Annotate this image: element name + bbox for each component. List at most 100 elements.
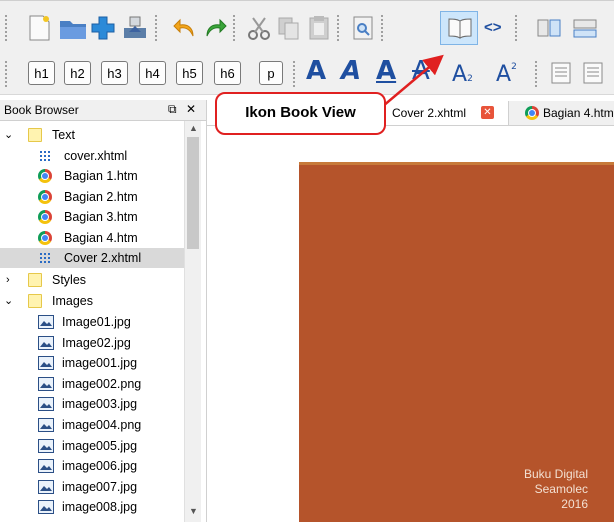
tree-item-label: Text [52,128,75,142]
tree-item[interactable]: image005.jpg [0,436,184,456]
tab-bagian-4[interactable]: Bagian 4.htm [508,101,614,125]
cover-line-2: Seamolec [534,482,588,496]
chevron-down-icon[interactable]: ⌄ [4,125,13,145]
chrome-icon [38,210,52,224]
heading-5-button[interactable]: h5 [176,61,203,85]
code-view-icon[interactable]: <> [484,19,502,36]
toolbar-separator [336,14,340,42]
scroll-down-icon[interactable]: ▼ [189,506,198,516]
superscript-icon[interactable]: A2 [496,62,517,87]
tree-item[interactable]: image003.jpg [0,394,184,414]
chevron-right-icon[interactable]: › [6,270,10,290]
tree-item[interactable]: image002.png [0,374,184,394]
tree-item[interactable]: Bagian 3.htm [0,207,184,227]
redo-icon[interactable] [200,13,230,43]
tree-item[interactable]: image004.png [0,415,184,435]
toolbar-separator [232,14,236,42]
tree-item-label: Image02.jpg [62,335,131,350]
heading-6-button[interactable]: h6 [214,61,241,85]
image-file-icon [38,376,54,391]
cover-line-3: 2016 [561,497,588,511]
cut-icon[interactable] [244,13,274,43]
image-file-icon [38,438,54,453]
tree-item[interactable]: image006.jpg [0,456,184,476]
tree-folder-styles[interactable]: › Styles [0,270,184,290]
add-file-icon[interactable] [88,13,118,43]
tree-item-label: Bagian 3.htm [64,210,138,224]
folder-icon [28,128,42,142]
scroll-up-icon[interactable]: ▲ [189,123,198,133]
close-panel-icon[interactable]: ✕ [186,102,196,116]
heading-1-button[interactable]: h1 [28,61,55,85]
heading-2-button[interactable]: h2 [64,61,91,85]
toolbar-separator [154,14,158,42]
tree-item-selected[interactable]: Cover 2.xhtml [0,248,184,268]
scrollbar-thumb[interactable] [187,137,199,249]
panel-title: Book Browser [4,103,79,117]
heading-3-button[interactable]: h3 [101,61,128,85]
image-file-icon [38,335,54,350]
chrome-icon [38,169,52,183]
image-file-icon [38,500,54,515]
toolbar-grip [4,14,8,42]
tree-item-label: image005.jpg [62,438,138,453]
tree-item-label: image008.jpg [62,500,138,515]
chevron-down-icon[interactable]: ⌄ [4,291,13,311]
tree-item-label: Bagian 2.htm [64,190,138,204]
main-toolbar: <> [0,0,614,56]
chrome-icon [525,106,539,120]
tree-item-label: image006.jpg [62,459,138,474]
tree-item-label: Bagian 4.htm [64,231,138,245]
tree-item-label: image004.png [62,418,142,432]
align-center-icon[interactable] [578,58,608,88]
float-panel-icon[interactable]: ⧉ [168,102,177,117]
open-folder-icon[interactable] [58,13,88,43]
xhtml-file-icon [38,149,52,163]
tree-item-label: Images [52,294,93,308]
align-left-icon[interactable] [546,58,576,88]
cover-text: Buku Digital Seamolec 2016 [524,467,588,512]
image-file-icon [38,479,54,494]
xhtml-file-icon [38,251,52,265]
tree-item[interactable]: Bagian 1.htm [0,166,184,186]
tree-item[interactable]: image008.jpg [0,497,184,517]
italic-icon[interactable]: A [341,56,361,86]
chrome-icon [38,190,52,204]
tree-item-label: image007.jpg [62,479,138,494]
book-browser-header: Book Browser ⧉ ✕ [0,100,206,121]
tree-item[interactable]: Image01.jpg [0,312,184,332]
image-file-icon [38,459,54,474]
tree-item[interactable]: image007.jpg [0,477,184,497]
split-view-icon[interactable] [534,13,564,43]
book-browser-tree: ⌄ Text cover.xhtml Bagian 1.htm Bagian 2… [0,121,184,522]
split-horizontal-icon[interactable] [570,13,600,43]
tree-item-label: Image01.jpg [62,315,131,329]
tree-item[interactable]: cover.xhtml [0,146,184,166]
tree-item[interactable]: Bagian 4.htm [0,228,184,248]
print-preview-icon[interactable] [348,13,378,43]
undo-icon[interactable] [170,13,200,43]
heading-4-button[interactable]: h4 [139,61,166,85]
tree-item[interactable]: Image02.jpg [0,333,184,353]
tree-item-label: image002.png [62,376,142,391]
image-file-icon [38,356,54,371]
tree-item-label: Styles [52,273,87,287]
paste-icon[interactable] [304,13,334,43]
folder-icon [28,273,42,287]
book-cover-preview: Buku Digital Seamolec 2016 [299,162,614,522]
new-file-icon[interactable] [24,13,54,43]
tree-item-label: image001.jpg [62,356,138,371]
tree-folder-images[interactable]: ⌄ Images [0,291,184,311]
font-size-large-icon[interactable]: A [306,56,326,86]
paragraph-button[interactable]: p [259,61,283,85]
save-icon[interactable] [120,13,150,43]
tree-item[interactable]: image001.jpg [0,353,184,373]
close-tab-icon[interactable]: ✕ [481,106,494,119]
tree-item[interactable]: Bagian 2.htm [0,187,184,207]
toolbar-grip [4,60,8,88]
image-file-icon [38,397,54,412]
copy-icon[interactable] [274,13,304,43]
tree-folder-text[interactable]: ⌄ Text [0,125,184,145]
tree-scrollbar[interactable]: ▲ ▼ [184,121,201,522]
tab-label: Bagian 4.htm [543,106,614,120]
